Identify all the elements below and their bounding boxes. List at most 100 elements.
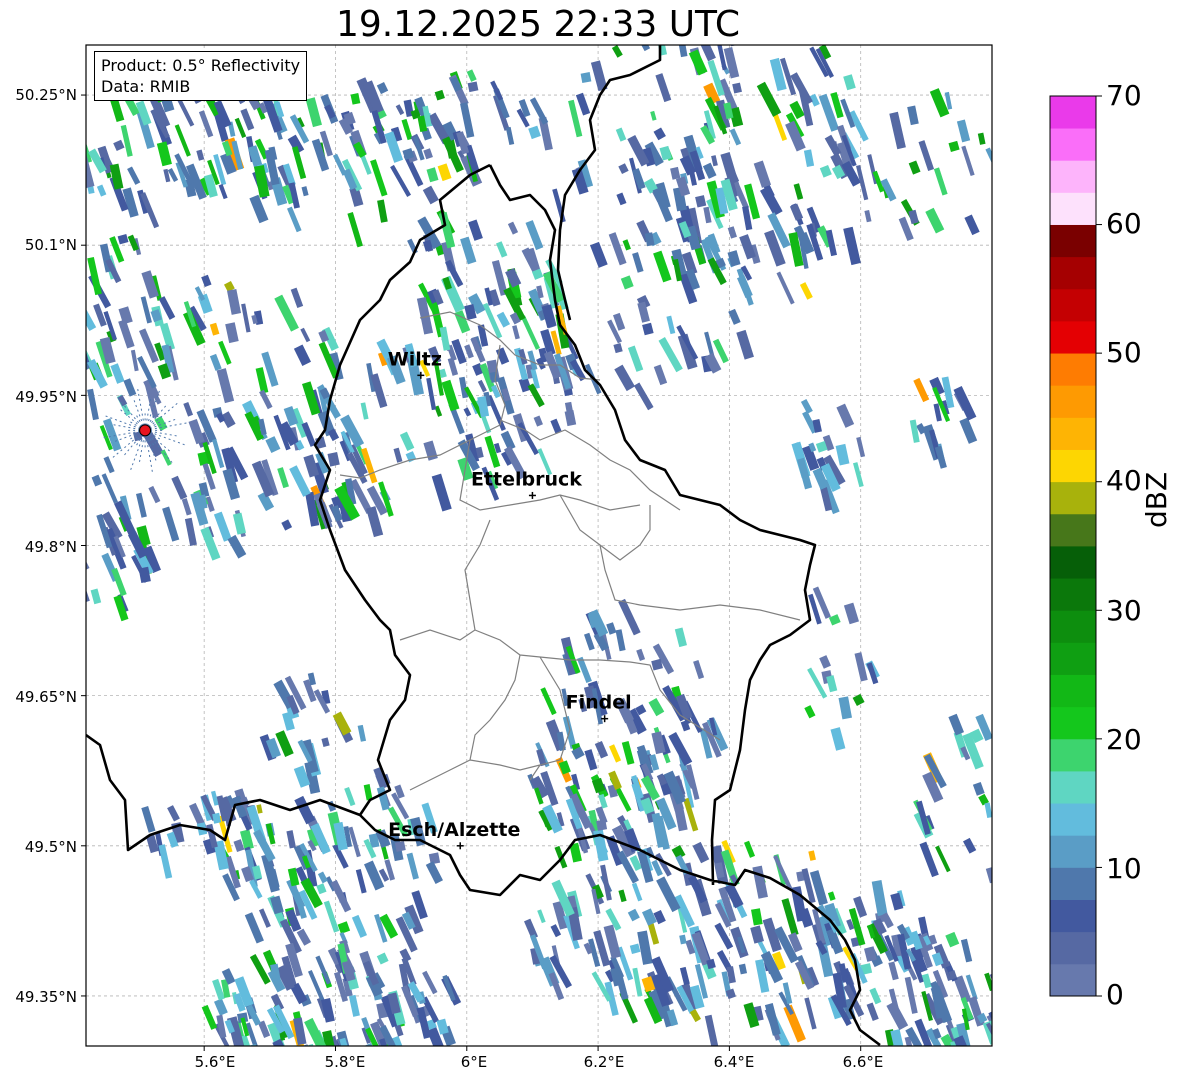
echo-cell — [225, 322, 239, 344]
echo-cell — [651, 731, 666, 755]
colorbar-segment — [1050, 931, 1096, 965]
echo-cell — [653, 127, 666, 141]
echo-cell — [136, 492, 147, 518]
source-label: Data: RMIB — [101, 77, 191, 96]
echo-cell — [808, 850, 816, 861]
echo-cell — [960, 938, 973, 963]
city-label: Wiltz — [388, 348, 442, 370]
echo-cell — [241, 303, 251, 333]
y-tick-label: 50.1°N — [24, 236, 77, 254]
echo-cell — [666, 315, 676, 335]
echo-cell — [853, 462, 864, 488]
echo-cell — [789, 203, 804, 221]
echo-cell — [744, 840, 756, 858]
echo-cell — [618, 889, 627, 903]
echo-cell — [434, 89, 445, 101]
echo-cell — [621, 741, 635, 765]
echo-cell — [140, 296, 152, 324]
colorbar-segment — [1050, 642, 1096, 675]
echo-cell — [255, 367, 269, 394]
echo-cell — [391, 1045, 409, 1046]
echo-cell — [698, 45, 716, 62]
echo-cell — [227, 288, 242, 315]
echo-cell — [956, 119, 971, 143]
echo-cell — [624, 12, 636, 40]
echo-cell — [636, 648, 646, 661]
echo-cell — [656, 876, 681, 913]
echo-cell — [525, 220, 544, 251]
echo-cell — [653, 364, 668, 386]
echo-cell — [110, 98, 125, 123]
echo-cell — [540, 687, 557, 716]
echo-cell — [422, 970, 438, 995]
echo-cell — [66, 136, 76, 159]
echo-cell — [727, 250, 741, 267]
echo-cell — [985, 147, 992, 174]
echo-cell — [611, 45, 623, 58]
echo-cell — [827, 891, 836, 901]
echo-cell — [377, 199, 388, 223]
echo-cell — [627, 908, 640, 922]
echo-cell — [357, 724, 367, 742]
colorbar-segment — [1050, 771, 1096, 804]
echo-cell — [441, 379, 460, 412]
echo-cell — [431, 473, 452, 512]
echo-cell — [627, 345, 644, 372]
echo-cell — [496, 241, 508, 258]
echo-cell — [679, 934, 687, 945]
y-tick-label: 50.25°N — [15, 86, 77, 104]
x-tick-label: 6.4°E — [713, 1053, 755, 1071]
radar-ray — [144, 422, 189, 431]
echo-cell — [56, 148, 67, 169]
echo-cell — [696, 0, 715, 9]
echo-cell — [732, 82, 742, 94]
echo-cell — [425, 861, 443, 885]
colorbar-segment — [1050, 578, 1096, 611]
echo-cell — [123, 378, 137, 397]
echo-cell — [496, 311, 511, 328]
echo-cell — [656, 45, 668, 56]
echo-cell — [190, 491, 209, 526]
echo-cell — [127, 166, 141, 185]
echo-cell — [281, 519, 293, 531]
echo-cell — [972, 781, 985, 796]
echo-cell — [714, 922, 734, 950]
echo-cell — [1009, 989, 1023, 1011]
echo-cell — [580, 72, 592, 84]
echo-cell — [620, 275, 634, 290]
echo-cell — [315, 955, 332, 985]
echo-cell — [776, 271, 795, 305]
echo-cell — [209, 353, 222, 371]
echo-cell — [803, 149, 815, 168]
echo-cell — [819, 655, 831, 669]
echo-cell — [843, 74, 856, 91]
echo-cell — [437, 163, 452, 182]
echo-cell — [984, 802, 992, 819]
echo-cell — [584, 632, 595, 651]
echo-cell — [360, 402, 369, 420]
echo-cell — [390, 164, 412, 197]
echo-cell — [317, 871, 328, 884]
echo-cell — [216, 368, 235, 404]
x-tick-label: 6.2°E — [583, 1053, 625, 1071]
echo-cell — [55, 123, 76, 152]
echo-cell — [406, 852, 419, 880]
echo-cell — [642, 322, 654, 336]
colorbar-label: dBZ — [1140, 471, 1173, 528]
echo-cell — [650, 110, 657, 121]
echo-cell — [460, 236, 477, 265]
echo-cell — [629, 943, 641, 955]
echo-cell — [120, 124, 133, 157]
echo-cell — [227, 534, 247, 559]
echo-cell — [196, 149, 205, 161]
colorbar-segment — [1050, 385, 1096, 418]
echo-cell — [436, 1018, 449, 1035]
echo-cell — [944, 1045, 957, 1046]
echo-cell — [507, 221, 519, 235]
echo-cell — [167, 805, 180, 822]
echo-cell — [528, 125, 541, 140]
echo-cell — [301, 186, 309, 197]
echo-cell — [994, 993, 1006, 1005]
echo-cell — [218, 340, 232, 365]
echo-cell — [286, 830, 296, 849]
